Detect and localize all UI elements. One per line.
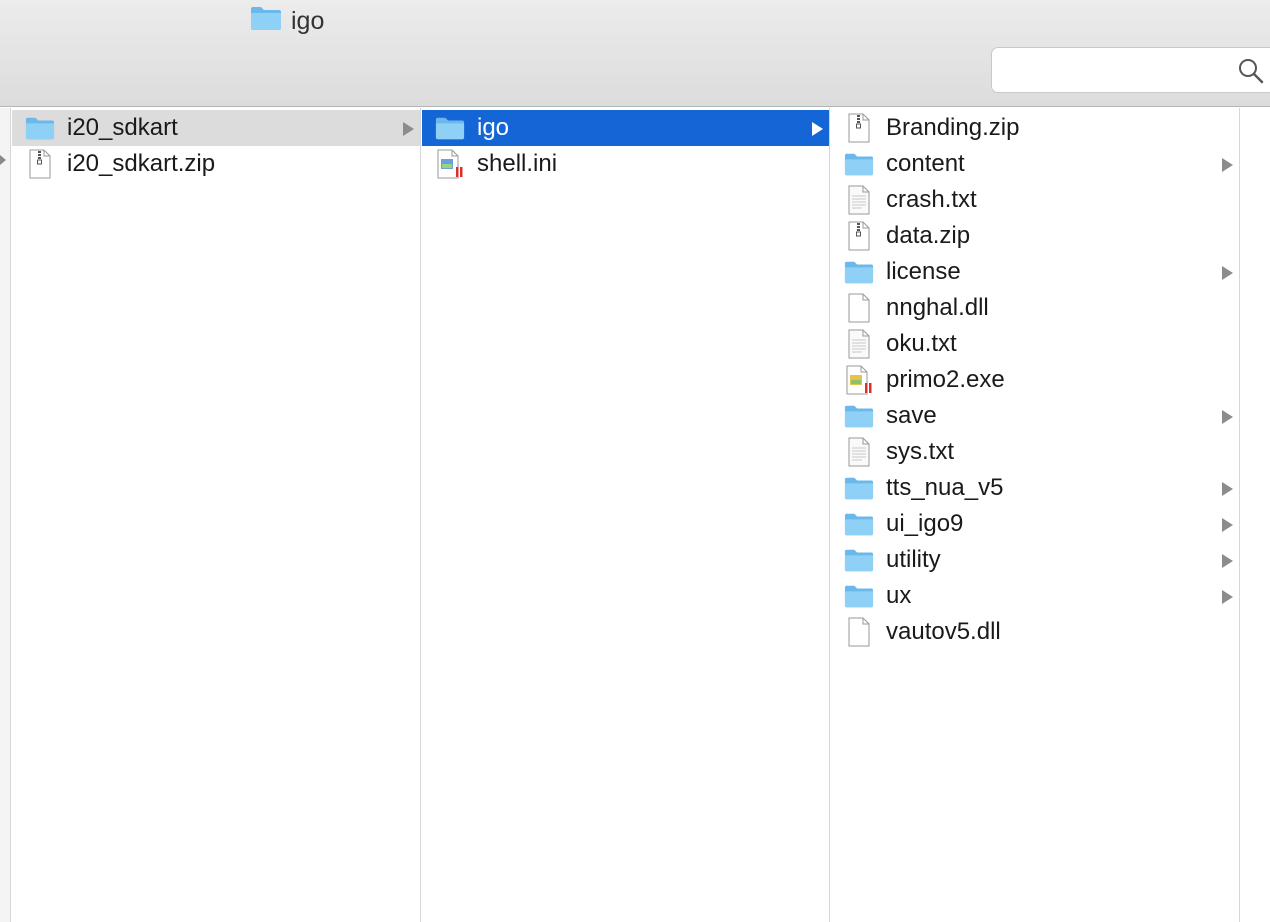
disclosure-arrow-icon xyxy=(1222,554,1233,568)
folder-icon xyxy=(844,509,874,539)
disclosure-arrow-icon xyxy=(812,122,823,136)
folder-item-igo[interactable]: igo xyxy=(422,110,829,146)
column-1[interactable]: i20_sdkart i20_sdkart.zip xyxy=(12,108,421,922)
zip-file-icon xyxy=(844,113,874,143)
file-item-sys-txt[interactable]: sys.txt xyxy=(831,434,1239,470)
folder-icon xyxy=(844,581,874,611)
item-label: i20_sdkart.zip xyxy=(67,150,216,177)
folder-item-save[interactable]: save xyxy=(831,398,1239,434)
folder-item-content[interactable]: content xyxy=(831,146,1239,182)
disclosure-arrow-icon xyxy=(1222,590,1233,604)
folder-icon xyxy=(25,113,55,143)
blank-file-icon xyxy=(844,617,874,647)
disclosure-arrow-icon xyxy=(1222,158,1233,172)
column-browser: i20_sdkart i20_sdkart.zip igo shell.ini Br… xyxy=(0,108,1270,922)
disclosure-arrow-icon xyxy=(1222,410,1233,424)
file-item-i20-sdkart-zip[interactable]: i20_sdkart.zip xyxy=(12,146,420,182)
collapsed-column-arrow-icon[interactable] xyxy=(0,155,6,165)
item-label: content xyxy=(886,150,965,177)
folder-item-ui-igo9[interactable]: ui_igo9 xyxy=(831,506,1239,542)
folder-icon xyxy=(435,113,465,143)
file-item-primo2-exe[interactable]: primo2.exe xyxy=(831,362,1239,398)
item-label: utility xyxy=(886,546,941,573)
item-label: igo xyxy=(477,114,510,141)
ini-file-icon xyxy=(435,149,465,179)
item-label: oku.txt xyxy=(886,330,957,357)
zip-file-icon xyxy=(25,149,55,179)
file-item-shell-ini[interactable]: shell.ini xyxy=(422,146,829,182)
search-field[interactable] xyxy=(991,47,1270,93)
item-label: primo2.exe xyxy=(886,366,1005,393)
folder-icon xyxy=(844,473,874,503)
item-label: tts_nua_v5 xyxy=(886,474,1004,501)
exe-file-icon xyxy=(844,365,874,395)
folder-item-tts-nua-v5[interactable]: tts_nua_v5 xyxy=(831,470,1239,506)
item-label: ui_igo9 xyxy=(886,510,964,537)
left-gutter xyxy=(0,108,11,922)
item-label: data.zip xyxy=(886,222,971,249)
item-label: license xyxy=(886,258,961,285)
blank-file-icon xyxy=(844,293,874,323)
item-label: ux xyxy=(886,582,912,609)
file-item-branding-zip[interactable]: Branding.zip xyxy=(831,110,1239,146)
zip-file-icon xyxy=(844,221,874,251)
column-3[interactable]: Branding.zip content crash.txt data.zip lice… xyxy=(831,108,1240,922)
file-item-crash-txt[interactable]: crash.txt xyxy=(831,182,1239,218)
folder-item-license[interactable]: license xyxy=(831,254,1239,290)
folder-icon xyxy=(250,5,282,38)
item-label: nnghal.dll xyxy=(886,294,989,321)
text-file-icon xyxy=(844,329,874,359)
toolbar: igo xyxy=(0,0,1270,107)
disclosure-arrow-icon xyxy=(1222,518,1233,532)
empty-column-area xyxy=(1241,108,1270,922)
item-label: Branding.zip xyxy=(886,114,1020,141)
file-item-vautov5-dll[interactable]: vautov5.dll xyxy=(831,614,1239,650)
folder-item-utility[interactable]: utility xyxy=(831,542,1239,578)
item-label: save xyxy=(886,402,937,429)
file-item-data-zip[interactable]: data.zip xyxy=(831,218,1239,254)
window-title: igo xyxy=(250,6,324,36)
text-file-icon xyxy=(844,437,874,467)
item-label: vautov5.dll xyxy=(886,618,1001,645)
folder-item-i20-sdkart[interactable]: i20_sdkart xyxy=(12,110,420,146)
folder-icon xyxy=(844,257,874,287)
item-label: crash.txt xyxy=(886,186,977,213)
search-icon[interactable] xyxy=(1238,58,1264,89)
folder-item-ux[interactable]: ux xyxy=(831,578,1239,614)
column-2[interactable]: igo shell.ini xyxy=(422,108,830,922)
disclosure-arrow-icon xyxy=(403,122,414,136)
item-label: shell.ini xyxy=(477,150,558,177)
file-item-nnghal-dll[interactable]: nnghal.dll xyxy=(831,290,1239,326)
disclosure-arrow-icon xyxy=(1222,266,1233,280)
disclosure-arrow-icon xyxy=(1222,482,1233,496)
folder-icon xyxy=(844,401,874,431)
item-label: sys.txt xyxy=(886,438,955,465)
folder-icon xyxy=(844,545,874,575)
item-label: i20_sdkart xyxy=(67,114,178,141)
folder-icon xyxy=(844,149,874,179)
window-title-text: igo xyxy=(291,6,325,35)
file-item-oku-txt[interactable]: oku.txt xyxy=(831,326,1239,362)
text-file-icon xyxy=(844,185,874,215)
